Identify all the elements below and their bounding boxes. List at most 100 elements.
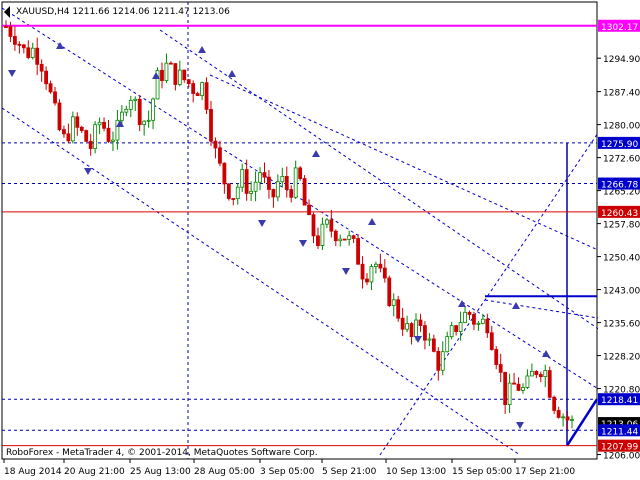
- candle-body: [249, 190, 254, 194]
- time-tick-label: 28 Aug 05:00: [194, 467, 255, 477]
- candle-body: [454, 325, 459, 332]
- price-label: 1211.44: [601, 427, 638, 437]
- candle-body: [405, 323, 410, 330]
- candle-body: [543, 370, 548, 378]
- candle-body: [440, 351, 445, 371]
- candle-body: [302, 178, 307, 206]
- candle-body: [142, 120, 147, 125]
- candle-body: [516, 383, 521, 391]
- candle-body: [168, 62, 173, 65]
- candle-body: [463, 311, 467, 323]
- candle-body: [48, 83, 53, 93]
- time-tick-label: 17 Sep 21:00: [515, 467, 575, 477]
- candle-body: [182, 69, 187, 81]
- candle-body: [512, 382, 516, 385]
- candle-67: [302, 175, 307, 206]
- candle-body: [4, 26, 8, 28]
- candle-body: [75, 116, 80, 128]
- candle-body: [218, 147, 222, 164]
- candle-body: [79, 126, 84, 131]
- candle-body: [128, 99, 133, 110]
- candle-body: [177, 69, 182, 85]
- candle-34: [155, 67, 160, 100]
- candle-79: [356, 234, 360, 265]
- candle-body: [338, 238, 343, 242]
- candle-body: [53, 91, 57, 104]
- price-label: 1266.78: [601, 181, 638, 191]
- candle-body: [547, 370, 552, 398]
- candlestick-chart[interactable]: 1294.901287.401280.001272.601265.201257.…: [0, 0, 640, 480]
- candle-body: [525, 375, 530, 388]
- candle-body: [173, 63, 178, 85]
- candle-body: [280, 176, 285, 183]
- candle-body: [507, 382, 512, 405]
- candle-body: [570, 419, 574, 421]
- candle-body: [556, 410, 561, 418]
- price-tick-label: 1228.20: [603, 353, 640, 363]
- candle-body: [494, 349, 499, 365]
- time-tick-label: 18 Aug 2014: [4, 467, 62, 477]
- candle-body: [351, 235, 356, 239]
- candle-body: [445, 336, 450, 353]
- candle-body: [39, 63, 44, 72]
- candle-body: [329, 219, 334, 232]
- candle-body: [489, 332, 494, 350]
- candle-body: [342, 238, 347, 241]
- candle-body: [423, 325, 427, 341]
- candle-body: [382, 267, 387, 279]
- candle-body: [378, 263, 383, 269]
- candle-body: [146, 119, 151, 122]
- candle-body: [387, 277, 392, 306]
- candle-body: [436, 350, 441, 371]
- time-tick-label: 20 Aug 21:00: [64, 467, 125, 477]
- candle-body: [93, 124, 98, 149]
- price-label: 1302.17: [601, 23, 638, 33]
- candle-body: [418, 319, 423, 326]
- chart-background: [0, 0, 640, 480]
- candle-body: [427, 338, 432, 341]
- candle-body: [13, 36, 17, 45]
- candle-body: [311, 214, 316, 237]
- price-tick-label: 1272.60: [603, 155, 640, 165]
- candle-body: [133, 98, 138, 101]
- price-tick-label: 1250.40: [603, 254, 640, 264]
- price-tick-label: 1280.00: [603, 122, 640, 132]
- price-label: 1207.99: [601, 443, 638, 453]
- candle-body: [369, 266, 374, 283]
- candle-body: [271, 189, 276, 198]
- candle-body: [226, 183, 231, 199]
- candle-body: [275, 181, 280, 198]
- candle-body: [160, 69, 164, 81]
- candle-body: [195, 93, 200, 97]
- candle-body: [552, 396, 557, 411]
- candle-body: [498, 364, 503, 373]
- candle-body: [480, 318, 485, 324]
- candle-body: [267, 176, 271, 190]
- candle-body: [84, 130, 89, 142]
- candle-body: [360, 263, 365, 280]
- candle-body: [62, 129, 66, 135]
- candle-body: [365, 278, 369, 283]
- candle-body: [244, 169, 249, 194]
- candle-body: [240, 169, 245, 188]
- candle-body: [258, 172, 262, 183]
- candle-body: [503, 371, 508, 405]
- candle-body: [307, 204, 311, 216]
- candle-body: [124, 108, 129, 113]
- candle-body: [485, 318, 490, 334]
- time-tick-label: 5 Sep 21:00: [322, 467, 377, 477]
- candle-50: [226, 183, 231, 201]
- candle-body: [111, 139, 115, 142]
- time-tick-label: 15 Sep 05:00: [452, 467, 512, 477]
- candle-body: [186, 79, 191, 84]
- candle-12: [57, 99, 62, 132]
- candle-body: [137, 98, 142, 125]
- candle-body: [44, 70, 49, 85]
- candle-body: [298, 167, 303, 179]
- candle-body: [374, 263, 378, 267]
- candle-body: [293, 167, 298, 198]
- candle-body: [66, 133, 71, 142]
- candle-body: [356, 238, 360, 265]
- price-label: 1218.41: [601, 396, 638, 406]
- footer-copyright: RoboForex - MetaTrader 4, © 2001-2014, M…: [6, 448, 318, 458]
